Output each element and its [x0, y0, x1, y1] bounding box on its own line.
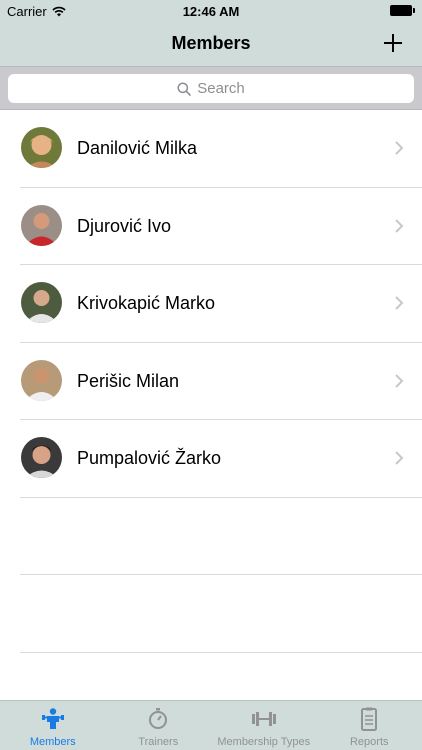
- tab-label: Trainers: [138, 736, 179, 748]
- avatar: [21, 282, 62, 323]
- search-placeholder: Search: [197, 80, 245, 97]
- search-icon: [177, 81, 192, 96]
- member-name: Krivokapić Marko: [77, 293, 216, 313]
- avatar: [21, 204, 62, 246]
- list-item[interactable]: Krivokapić Marko: [0, 265, 422, 343]
- navigation-bar: Members: [0, 22, 422, 66]
- tab-label: Membership Types: [217, 736, 311, 748]
- list-item[interactable]: Danilović Milka: [0, 110, 422, 188]
- avatar: [21, 359, 62, 401]
- tab-bar: Members Trainers Membership Types Report…: [0, 700, 422, 750]
- list-item[interactable]: Perišic Milan: [0, 343, 422, 420]
- dumbbell-icon: [251, 712, 276, 726]
- status-bar: Carrier 12:46 AM: [0, 0, 422, 22]
- member-name: Djurović Ivo: [77, 215, 172, 236]
- list-item[interactable]: Djurović Ivo: [0, 188, 422, 265]
- tab-label: Members: [29, 736, 76, 748]
- search-input[interactable]: Search: [8, 74, 414, 103]
- tab-trainers[interactable]: Trainers: [106, 701, 212, 750]
- empty-row: [0, 575, 422, 653]
- members-list: Danilović Milka Djurović Ivo Krivokapić …: [0, 110, 422, 653]
- stopwatch-icon: [149, 708, 168, 729]
- chevron-right-icon: [395, 141, 404, 155]
- tab-members[interactable]: Members: [0, 701, 106, 750]
- battery-icon: [390, 5, 415, 16]
- chevron-right-icon: [395, 451, 404, 465]
- empty-row: [0, 498, 422, 575]
- add-member-button[interactable]: [378, 28, 408, 58]
- row-divider: [20, 651, 422, 653]
- member-name: Danilović Milka: [77, 138, 198, 158]
- status-time: 12:46 AM: [182, 4, 240, 19]
- chevron-right-icon: [395, 373, 404, 388]
- tab-label: Reports: [349, 736, 389, 748]
- member-icon: [41, 708, 64, 729]
- member-name: Pumpalović Žarko: [77, 448, 222, 468]
- tab-membership-types[interactable]: Membership Types: [211, 701, 317, 750]
- plus-icon: [384, 34, 402, 52]
- page-title: Members: [171, 33, 251, 53]
- member-name: Perišic Milan: [77, 370, 180, 391]
- search-bar: Search: [0, 66, 422, 110]
- avatar: [21, 127, 62, 168]
- chevron-right-icon: [395, 218, 404, 233]
- clipboard-icon: [361, 707, 378, 731]
- avatar: [21, 437, 62, 478]
- tab-reports[interactable]: Reports: [317, 701, 422, 750]
- list-item[interactable]: Pumpalović Žarko: [0, 420, 422, 498]
- chevron-right-icon: [395, 296, 404, 310]
